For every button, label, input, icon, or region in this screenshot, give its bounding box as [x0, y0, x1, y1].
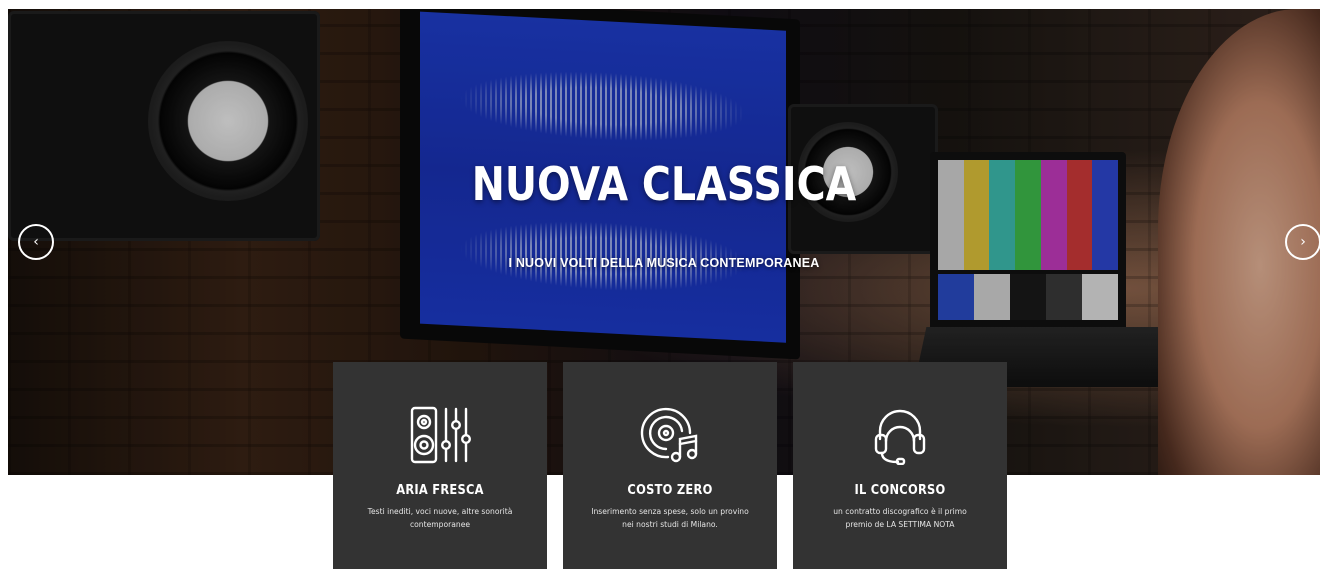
feature-card-aria-fresca: ARIA FRESCA Testi inediti, voci nuove, a…	[333, 362, 547, 569]
feature-title: COSTO ZERO	[627, 483, 713, 498]
feature-description: Inserimento senza spese, solo un provino…	[591, 507, 749, 529]
feature-title: IL CONCORSO	[854, 483, 946, 498]
headphones-icon	[793, 405, 1007, 467]
feature-title: ARIA FRESCA	[396, 483, 484, 498]
hero-title: NUOVA CLASSICA	[471, 157, 857, 211]
chevron-left-icon: ‹	[33, 234, 39, 250]
hero-subtitle: I NUOVI VOLTI DELLA MUSICA CONTEMPORANEA	[508, 256, 820, 270]
speaker-mixer-icon	[333, 405, 547, 467]
slider-prev-button[interactable]: ‹	[18, 224, 54, 260]
feature-description: Testi inediti, voci nuove, altre sonorit…	[367, 507, 513, 529]
chevron-right-icon: ›	[1300, 234, 1306, 250]
feature-card-costo-zero: COSTO ZERO Inserimento senza spese, solo…	[563, 362, 777, 569]
vinyl-music-icon	[563, 405, 777, 467]
feature-card-il-concorso: IL CONCORSO un contratto discografico è …	[793, 362, 1007, 569]
feature-description: un contratto discografico è il primo pre…	[833, 507, 967, 529]
slider-next-button[interactable]: ›	[1285, 224, 1320, 260]
